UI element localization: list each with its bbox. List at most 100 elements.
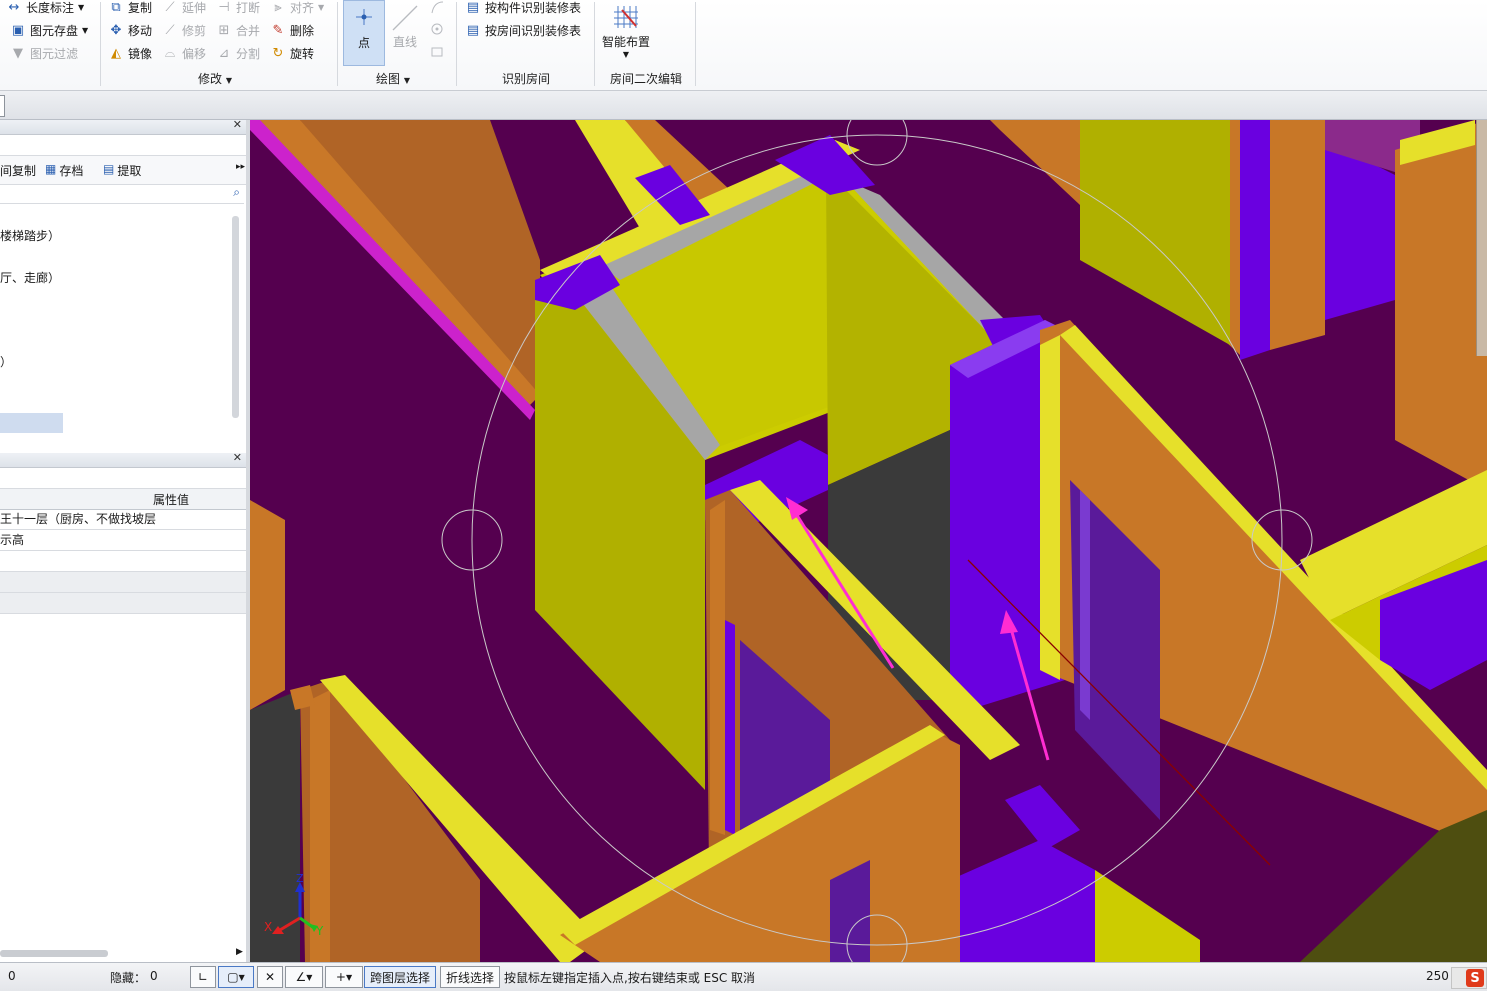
angle-toggle[interactable]: ∠ ▼ <box>285 966 323 988</box>
property-row[interactable]: 王十一层（厨房、不做找坡层 <box>0 509 246 530</box>
dropdown-arrow-icon: ▼ <box>82 25 89 35</box>
polyline-select-button[interactable]: 折线选择 <box>440 966 500 988</box>
cross-snap-toggle[interactable]: ✕ <box>257 966 283 988</box>
merge-button[interactable]: ⊞ 合并 <box>216 21 260 39</box>
cross-layer-select-button[interactable]: 跨图层选择 <box>364 966 436 988</box>
break-icon: ⊣ <box>218 0 230 15</box>
identify-by-room-button[interactable]: ▤ 按房间识别装修表 <box>465 21 581 39</box>
tree-toolbar: 间复制 ▦ 存档 ▤ 提取 ▸▸ <box>0 155 246 185</box>
axis-y-label: Y <box>316 924 324 938</box>
save-element-button[interactable]: ▣ 图元存盘 ▼ <box>10 21 88 39</box>
tree-item[interactable]: 楼梯踏步） <box>0 227 60 244</box>
move-button[interactable]: ✥ 移动 <box>108 21 152 39</box>
dropdown-arrow-icon: ▼ <box>78 2 85 12</box>
dropdown-arrow-icon: ▼ <box>318 2 325 12</box>
status-number: 250 <box>1426 969 1449 983</box>
property-value-header: 属性值 <box>153 493 190 507</box>
property-row[interactable] <box>0 572 246 593</box>
ortho-toggle[interactable]: ∟ <box>190 966 216 988</box>
tree-item[interactable]: 厅、走廊） <box>0 269 60 286</box>
dropdown-arrow-icon: ▼ <box>225 76 232 85</box>
copy-icon: ⧉ <box>111 0 121 15</box>
scroll-right-icon[interactable]: ▶ <box>236 947 243 957</box>
save-element-icon: ▣ <box>11 22 25 38</box>
point-button[interactable]: 点 <box>343 0 385 66</box>
property-row[interactable] <box>0 551 246 572</box>
group-separator <box>695 2 696 86</box>
mirror-icon: ◭ <box>111 45 121 61</box>
view-toolbar[interactable] <box>1476 120 1487 356</box>
line-button[interactable]: 直线 <box>387 0 423 64</box>
property-header-row: 属性值 <box>0 488 246 510</box>
tree-scrollbar[interactable] <box>232 216 239 418</box>
extend-button[interactable]: ⟋ 延伸 <box>162 0 206 16</box>
filter-icon: ▼ <box>13 45 23 61</box>
identify-group-label: 识别房间 <box>502 72 551 86</box>
ortho-icon: ∟ <box>197 970 209 984</box>
rotate-icon: ↻ <box>272 45 284 61</box>
cross-icon: ✕ <box>264 970 276 984</box>
delete-button[interactable]: ✎ 删除 <box>270 21 314 39</box>
arc-icon[interactable] <box>430 0 444 17</box>
copy-button[interactable]: ⧉ 复制 <box>108 0 152 16</box>
group-separator <box>456 2 457 86</box>
property-row[interactable] <box>0 593 246 614</box>
extract-button[interactable]: ▤ 提取 <box>103 162 141 179</box>
smart-layout-button[interactable]: 智能布置 ▼ <box>598 0 654 64</box>
trim-button[interactable]: ⟋ 修剪 <box>162 21 206 39</box>
strip-input[interactable] <box>0 95 5 117</box>
point-snap-toggle[interactable]: + ▼ <box>325 966 363 988</box>
offset-icon: ⌓ <box>164 45 176 61</box>
property-row[interactable]: 示高 <box>0 530 246 551</box>
group-separator <box>594 2 595 86</box>
model-scene <box>250 120 1487 962</box>
close-icon[interactable]: ✕ <box>233 451 242 464</box>
archive-button[interactable]: ▦ 存档 <box>45 162 83 179</box>
draw-group-label[interactable]: 绘图 ▼ <box>376 70 410 87</box>
hidden-count: 0 <box>150 969 158 983</box>
align-button[interactable]: ⫸ 对齐 ▼ <box>270 0 324 16</box>
modify-group-label[interactable]: 修改 ▼ <box>198 70 232 87</box>
snap-toggle[interactable]: ▢ ▼ <box>218 966 254 988</box>
dropdown-arrow-icon: ▼ <box>622 50 630 59</box>
ribbon: ↔ 长度标注 ▼ ▣ 图元存盘 ▼ ▼ 图元过滤 ⧉ 复制 ⟋ 延伸 ⊣ 打断 … <box>0 0 1487 91</box>
rotate-button[interactable]: ↻ 旋转 <box>270 44 314 62</box>
hidden-label: 隐藏： <box>110 971 147 985</box>
tree-item-selected[interactable] <box>0 413 63 433</box>
overflow-arrow-icon[interactable]: ▸▸ <box>236 162 245 172</box>
mirror-button[interactable]: ◭ 镜像 <box>108 44 152 62</box>
length-dim-icon: ↔ <box>8 0 20 15</box>
table-icon: ▤ <box>466 22 480 38</box>
identify-by-component-button[interactable]: ▤ 按构件识别装修表 <box>465 0 581 16</box>
split-button[interactable]: ⊿ 分割 <box>216 44 260 62</box>
point-icon <box>356 9 372 25</box>
rectangle-icon[interactable] <box>430 45 444 62</box>
dropdown-arrow-icon: ▼ <box>403 76 410 85</box>
circle-icon[interactable] <box>430 22 444 39</box>
copy-between-button[interactable]: 间复制 <box>0 162 36 179</box>
room-edit-group-label: 房间二次编辑 <box>610 72 683 86</box>
status-hint: 按鼠标左键指定插入点,按右键结束或 ESC 取消 <box>504 971 756 985</box>
archive-icon: ▦ <box>45 162 57 176</box>
tree-search-input[interactable]: ⌕ <box>0 183 244 204</box>
break-button[interactable]: ⊣ 打断 <box>216 0 260 16</box>
smart-layout-icon <box>614 4 638 33</box>
snap-box-icon: ▢ <box>227 970 239 984</box>
status-bar: 0 隐藏： 0 ∟ ▢ ▼ ✕ ∠ ▼ + ▼ 跨图层选择 折线选择 按鼠标左键指定插… <box>0 962 1487 991</box>
command-strip <box>0 91 1487 120</box>
filter-element-button[interactable]: ▼ 图元过滤 <box>10 44 78 62</box>
3d-viewport[interactable]: Z X Y <box>250 120 1487 962</box>
offset-button[interactable]: ⌓ 偏移 <box>162 44 206 62</box>
align-icon: ⫸ <box>274 0 282 15</box>
component-tree-panel: ✕ 间复制 ▦ 存档 ▤ 提取 ▸▸ ⌕ 楼梯踏步） 厅、走廊） ） <box>0 118 247 452</box>
line-icon <box>391 4 419 35</box>
search-icon: ⌕ <box>233 185 240 199</box>
panel-header: ✕ <box>0 451 246 468</box>
tree-item[interactable]: ） <box>0 353 12 370</box>
length-dim-button[interactable]: ↔ 长度标注 ▼ <box>6 0 85 16</box>
angle-icon: ∠ <box>295 970 307 984</box>
close-icon[interactable]: ✕ <box>233 118 242 131</box>
coordinate-readout: 0 <box>8 969 16 983</box>
property-hscrollbar[interactable] <box>0 950 108 957</box>
ime-indicator[interactable]: S <box>1451 967 1487 989</box>
